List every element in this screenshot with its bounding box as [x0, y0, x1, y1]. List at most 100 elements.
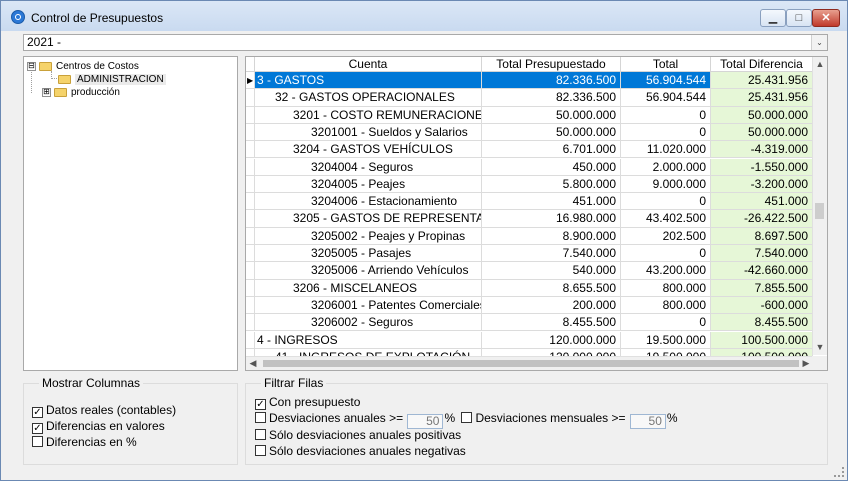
cell-diferencia: 8.455.500	[711, 314, 813, 332]
tree-node-administracion[interactable]: ADMINISTRACION	[58, 73, 166, 86]
cell-diferencia: 50.000.000	[711, 123, 813, 142]
checkbox-solo-positivas[interactable]: Sólo desviaciones anuales positivas	[255, 428, 461, 442]
budget-grid[interactable]: Cuenta Total Presupuestado Total Contabi…	[245, 56, 828, 371]
checkbox-icon[interactable]	[461, 412, 473, 423]
cell-cuenta: 3204 - GASTOS VEHÍCULOS	[255, 141, 482, 159]
table-row[interactable]: 3205006 - Arriendo Vehículos 540.000 43.20…	[246, 262, 813, 280]
table-row[interactable]: 3204005 - Peajes 5.800.000 9.000.000 -3.200…	[246, 175, 813, 194]
cell-cuenta: 3204006 - Estacionamiento	[255, 193, 482, 211]
checkbox-icon[interactable]	[255, 429, 266, 440]
scroll-down-icon[interactable]: ▼	[813, 340, 827, 355]
cell-presupuestado: 8.455.500	[482, 314, 621, 332]
row-selector	[246, 279, 255, 297]
checkbox-label: Con presupuesto	[269, 395, 361, 409]
scroll-right-icon[interactable]: ▶	[799, 357, 813, 370]
row-selector	[246, 193, 255, 211]
scroll-thumb[interactable]	[815, 203, 824, 219]
desv-mensuales-input[interactable]: 50	[629, 414, 666, 429]
table-row[interactable]: 3 - GASTOS82.336.50056.904.54425.431.956	[246, 72, 813, 90]
checkbox-diferencias-valores[interactable]: ✓ Diferencias en valores	[32, 419, 165, 434]
checkbox-icon[interactable]: ✓	[255, 399, 266, 410]
cell-presupuestado: 82.336.500	[482, 72, 621, 90]
checkbox-datos-reales[interactable]: ✓ Datos reales (contables)	[32, 403, 176, 418]
column-header-contabilidad[interactable]: Total Contabilidad	[621, 57, 711, 86]
checkbox-icon[interactable]: ✓	[32, 423, 43, 434]
cell-contabilidad: 43.402.500	[621, 210, 711, 228]
row-selector	[246, 89, 255, 107]
checkbox-icon[interactable]	[255, 412, 266, 423]
scroll-left-icon[interactable]: ◀	[246, 357, 260, 370]
scroll-up-icon[interactable]: ▲	[813, 57, 827, 72]
tree-node-produccion[interactable]: ⊞ producción	[42, 86, 120, 99]
minimize-button[interactable]: ▁	[760, 9, 786, 27]
cell-presupuestado: 16.980.000	[482, 210, 621, 228]
cell-contabilidad: 43.200.000	[621, 262, 711, 280]
cell-contabilidad: 56.904.544	[621, 89, 711, 107]
collapse-icon[interactable]: ⊟	[27, 61, 36, 71]
period-select[interactable]: 2021 - ⌄	[23, 34, 828, 51]
row-selector	[246, 106, 255, 124]
scroll-thumb[interactable]	[263, 360, 799, 367]
column-header-diferencia[interactable]: Total Diferencia	[711, 57, 813, 72]
table-row[interactable]: 3201 - COSTO REMUNERACIONES 50.000.000 0 50…	[246, 106, 813, 124]
table-row[interactable]: 4 - INGRESOS 120.000.000 19.500.000 100.500…	[246, 331, 813, 349]
checkbox-label: Desviaciones anuales >=	[269, 411, 404, 425]
cell-contabilidad: 0	[621, 106, 711, 124]
checkbox-label: Datos reales (contables)	[46, 403, 177, 417]
table-row[interactable]: 3204006 - Estacionamiento 451.000 0 451.000	[246, 193, 813, 211]
cost-center-tree[interactable]: ⊟ Centros de Costos ADMINISTRACION ⊞ produ…	[23, 56, 238, 371]
percent-label: %	[666, 411, 678, 425]
checkbox-label: Diferencias en valores	[46, 419, 165, 433]
row-selector	[246, 141, 255, 159]
desv-anuales-input[interactable]: 50	[407, 414, 444, 429]
column-header-cuenta[interactable]: Cuenta	[255, 57, 482, 72]
expand-icon[interactable]: ⊞	[42, 87, 51, 97]
row-selector	[246, 210, 255, 228]
table-row[interactable]: 3201001 - Sueldos y Salarios 50.000.000 0 5…	[246, 123, 813, 142]
checkbox-icon[interactable]	[32, 436, 43, 447]
checkbox-solo-negativas[interactable]: Sólo desviaciones anuales negativas	[255, 444, 466, 458]
grid-header: Cuenta Total Presupuestado Total Contabi…	[246, 57, 813, 86]
cell-contabilidad: 800.000	[621, 279, 711, 297]
cell-cuenta: 3 - GASTOS	[255, 72, 482, 90]
vertical-scrollbar[interactable]: ▲ ▼	[812, 57, 827, 355]
cell-contabilidad: 0	[621, 245, 711, 263]
table-row[interactable]: 3204 - GASTOS VEHÍCULOS 6.701.000 11.020.0…	[246, 141, 813, 159]
chevron-down-icon[interactable]: ⌄	[811, 35, 827, 50]
folder-icon	[39, 61, 52, 71]
table-row[interactable]: 3205 - GASTOS DE REPRESENTACIÓN16.980.00…	[246, 210, 813, 228]
table-row[interactable]: 3206002 - Seguros 8.455.500 0 8.455.500	[246, 314, 813, 332]
cell-cuenta: 3205002 - Peajes y Propinas	[255, 227, 482, 245]
tree-node-root[interactable]: ⊟ Centros de Costos	[27, 60, 139, 73]
mostrar-columnas-group: Mostrar Columnas ✓ Datos reales (contable…	[23, 376, 238, 465]
row-selector	[246, 296, 255, 315]
checkbox-icon[interactable]	[255, 445, 266, 456]
percent-label: %	[444, 411, 456, 425]
cell-diferencia: 451.000	[711, 193, 813, 211]
table-row[interactable]: 3206 - MISCELANEOS 8.655.500 800.000 7.855.…	[246, 279, 813, 297]
desviaciones-filter-row: Desviaciones anuales >= 50% Desviaciones…	[255, 411, 678, 429]
table-row[interactable]: 3205002 - Peajes y Propinas 8.900.000 202.…	[246, 227, 813, 245]
checkbox-label: Desviaciones mensuales >=	[475, 411, 626, 425]
checkbox-diferencias-pct[interactable]: Diferencias en %	[32, 435, 137, 449]
column-header-presupuestado[interactable]: Total Presupuestado	[482, 57, 621, 72]
tree-node-label: Centros de Costos	[56, 61, 139, 72]
cell-contabilidad: 202.500	[621, 227, 711, 245]
cell-presupuestado: 120.000.000	[482, 331, 621, 349]
cell-cuenta: 32 - GASTOS OPERACIONALES	[255, 89, 482, 107]
close-button[interactable]: ✕	[812, 9, 840, 27]
maximize-button[interactable]: □	[786, 9, 812, 27]
table-row[interactable]: 32 - GASTOS OPERACIONALES 82.336.500 56.90…	[246, 89, 813, 107]
cell-presupuestado: 7.540.000	[482, 245, 621, 263]
table-row[interactable]: 3205005 - Pasajes 7.540.000 0 7.540.000	[246, 245, 813, 263]
cell-diferencia: -600.000	[711, 296, 813, 315]
table-row[interactable]: 3204004 - Seguros 450.000 2.000.000 -1.550.…	[246, 158, 813, 176]
checkbox-icon[interactable]: ✓	[32, 407, 43, 418]
cell-cuenta: 3205006 - Arriendo Vehículos	[255, 262, 482, 280]
horizontal-scrollbar[interactable]: ◀ ▶	[246, 356, 813, 370]
resize-grip-icon[interactable]	[834, 467, 844, 477]
checkbox-con-presupuesto[interactable]: ✓ Con presupuesto	[255, 395, 360, 410]
cell-diferencia: 7.855.500	[711, 279, 813, 297]
table-row[interactable]: 3206001 - Patentes Comerciales 200.000 800…	[246, 296, 813, 315]
cell-contabilidad: 56.904.544	[621, 72, 711, 90]
